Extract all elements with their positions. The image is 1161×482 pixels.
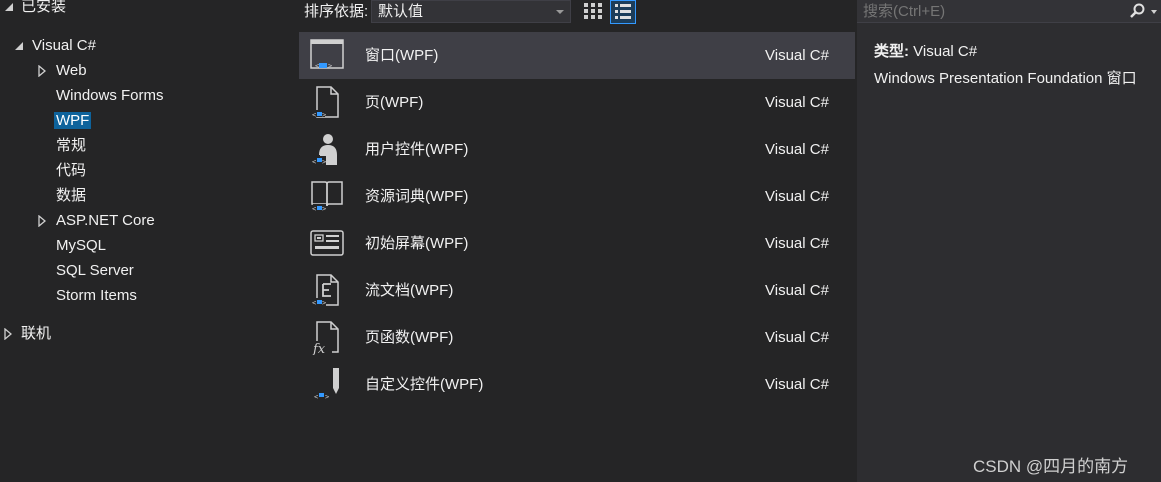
tree-node-label: SQL Server <box>56 262 134 279</box>
tree-node-code[interactable]: 代码 <box>56 160 86 182</box>
collapsed-arrow-icon[interactable] <box>38 65 46 77</box>
template-type-line: 类型: Visual C# <box>874 40 977 61</box>
template-name: 初始屏幕(WPF) <box>365 235 469 252</box>
collapsed-arrow-icon[interactable] <box>38 215 46 227</box>
tree-node-label: Storm Items <box>56 287 137 304</box>
template-row-page-function[interactable]: fx 页函数(WPF) Visual C# <box>299 314 855 361</box>
tree-node-installed-label: 已安装 <box>21 0 67 15</box>
template-language: Visual C# <box>765 94 829 111</box>
search-input[interactable] <box>863 0 1123 23</box>
tree-node-label: 代码 <box>56 162 87 179</box>
tree-node-online-label: 联机 <box>21 325 52 342</box>
tree-node-visual-csharp-label: Visual C# <box>32 37 96 54</box>
tree-node-label: Windows Forms <box>56 87 164 104</box>
tree-node-label: Web <box>56 62 87 79</box>
template-row-custom-control[interactable]: < > 自定义控件(WPF) Visual C# <box>299 361 855 408</box>
svg-text:<: < <box>312 205 316 213</box>
page-function-icon: fx <box>312 321 339 355</box>
type-value: Visual C# <box>913 43 978 60</box>
template-language: Visual C# <box>765 376 829 393</box>
tree-node-mysql[interactable]: MySQL <box>56 235 106 257</box>
svg-text:>: > <box>322 158 326 166</box>
template-language: Visual C# <box>765 141 829 158</box>
resource-dictionary-icon: < > <box>311 181 343 213</box>
template-name: 自定义控件(WPF) <box>365 376 484 393</box>
template-name: 流文档(WPF) <box>365 282 454 299</box>
svg-text:<: < <box>312 111 316 119</box>
splash-screen-icon <box>310 230 344 256</box>
template-name: 页函数(WPF) <box>365 329 454 346</box>
list-view-button[interactable] <box>610 0 636 24</box>
template-tree: 已安装 Visual C# Web Windows Forms WPF 常规 代… <box>0 0 299 482</box>
grid-view-button[interactable] <box>582 0 604 22</box>
template-language: Visual C# <box>765 235 829 252</box>
tree-node-label: MySQL <box>56 237 107 254</box>
collapsed-arrow-icon[interactable] <box>4 328 12 340</box>
template-row-flow-document[interactable]: < > 流文档(WPF) Visual C# <box>299 267 855 314</box>
details-panel: 类型: Visual C# Windows Presentation Found… <box>857 0 1161 482</box>
template-language: Visual C# <box>765 47 829 64</box>
list-view-icon <box>615 4 631 19</box>
tree-node-label: WPF <box>54 112 92 129</box>
tree-node-general[interactable]: 常规 <box>56 135 86 157</box>
sort-dropdown[interactable]: 默认值 <box>371 0 571 23</box>
expanded-arrow-icon[interactable] <box>14 41 24 51</box>
template-language: Visual C# <box>765 282 829 299</box>
template-name: 页(WPF) <box>365 94 424 111</box>
svg-text:>: > <box>322 299 326 307</box>
template-row-page[interactable]: < > 页(WPF) Visual C# <box>299 79 855 126</box>
watermark: CSDN @四月的南方 <box>973 457 1129 476</box>
template-description: Windows Presentation Foundation 窗口 <box>874 70 1137 87</box>
svg-text:fx: fx <box>312 342 326 355</box>
tree-node-label: ASP.NET Core <box>56 212 155 229</box>
template-row-window[interactable]: < > 窗口(WPF) Visual C# <box>299 32 855 79</box>
custom-control-icon: < > <box>313 368 339 401</box>
svg-text:>: > <box>325 393 329 401</box>
svg-text:<: < <box>315 62 319 70</box>
grid-view-icon <box>584 3 602 19</box>
sort-selected-value: 默认值 <box>378 3 424 20</box>
type-label: 类型: <box>874 43 909 60</box>
svg-text:>: > <box>328 62 332 70</box>
template-name: 资源词典(WPF) <box>365 188 469 205</box>
svg-text:<: < <box>314 393 318 401</box>
search-box <box>857 0 1161 23</box>
template-list-panel: 排序依据: 默认值 < > 窗口(WPF) Visual C# < > 页(WP… <box>299 0 857 482</box>
template-language: Visual C# <box>765 188 829 205</box>
template-row-user-control[interactable]: < > 用户控件(WPF) Visual C# <box>299 126 855 173</box>
tree-node-label: 常规 <box>56 137 87 154</box>
search-icon <box>1130 3 1145 18</box>
tree-node-wpf[interactable]: WPF <box>54 110 92 132</box>
template-row-resource-dictionary[interactable]: < > 资源词典(WPF) Visual C# <box>299 173 855 220</box>
tree-node-windows-forms[interactable]: Windows Forms <box>56 85 164 107</box>
sort-label: 排序依据: <box>304 3 369 20</box>
svg-text:>: > <box>322 111 326 119</box>
template-name: 用户控件(WPF) <box>365 141 469 158</box>
svg-text:>: > <box>322 205 326 213</box>
template-name: 窗口(WPF) <box>365 47 439 64</box>
sort-toolbar: 排序依据: 默认值 <box>299 0 857 24</box>
template-row-splash-screen[interactable]: 初始屏幕(WPF) Visual C# <box>299 220 855 267</box>
expanded-arrow-icon[interactable] <box>4 2 14 12</box>
chevron-down-icon <box>556 10 564 14</box>
svg-text:<: < <box>312 158 316 166</box>
template-language: Visual C# <box>765 329 829 346</box>
tree-node-data[interactable]: 数据 <box>56 185 86 207</box>
tree-node-sql-server[interactable]: SQL Server <box>56 260 134 282</box>
user-control-icon: < > <box>312 134 337 166</box>
tree-node-label: 数据 <box>56 187 87 204</box>
search-button[interactable] <box>1128 2 1148 20</box>
page-icon: < > <box>312 86 339 119</box>
template-list: < > 窗口(WPF) Visual C# < > 页(WPF) Visual … <box>299 32 855 408</box>
svg-text:<: < <box>312 299 316 307</box>
search-options-dropdown-icon[interactable] <box>1151 10 1157 14</box>
tree-node-storm-items[interactable]: Storm Items <box>56 285 137 307</box>
flow-document-icon: < > <box>312 274 339 307</box>
window-icon: < > <box>310 39 344 70</box>
